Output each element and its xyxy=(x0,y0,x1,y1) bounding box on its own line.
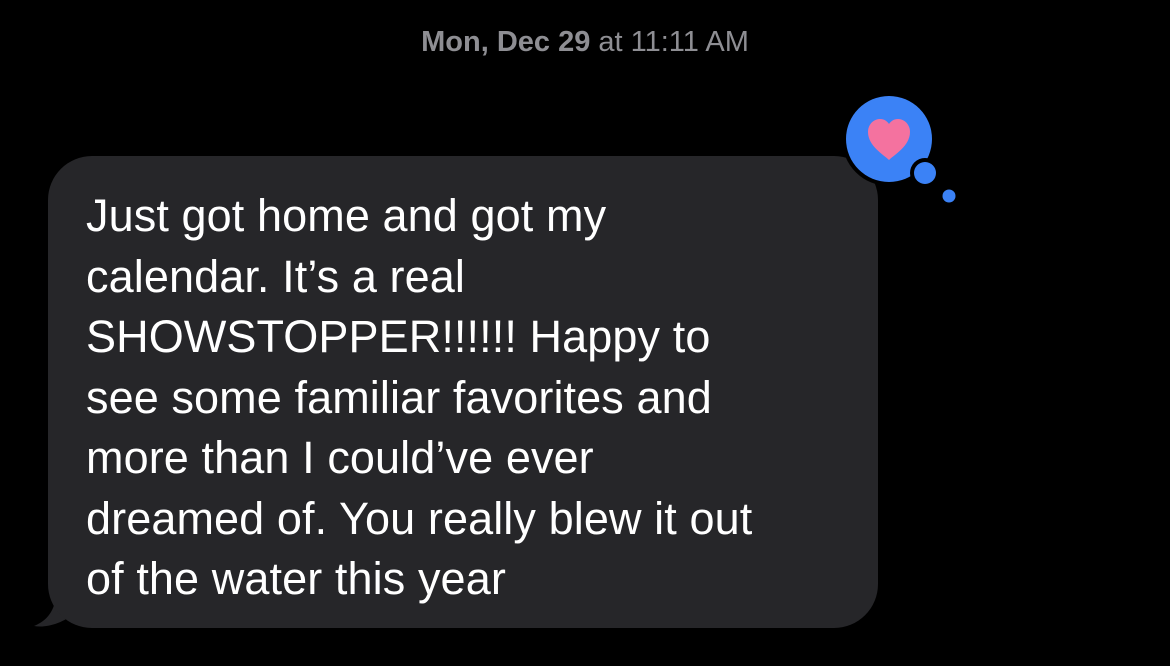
messages-screen: Mon, Dec 29 at 11:11 AM Just got home an… xyxy=(0,0,1170,666)
message-text: Just got home and got my calendar. It’s … xyxy=(86,190,753,604)
timestamp-time: at 11:11 AM xyxy=(598,26,749,58)
message-timestamp: Mon, Dec 29 at 11:11 AM xyxy=(0,24,1170,60)
timestamp-date: Mon, Dec 29 xyxy=(421,26,591,58)
incoming-message-bubble[interactable]: Just got home and got my calendar. It’s … xyxy=(48,156,878,628)
heart-reaction-badge[interactable] xyxy=(834,86,964,212)
